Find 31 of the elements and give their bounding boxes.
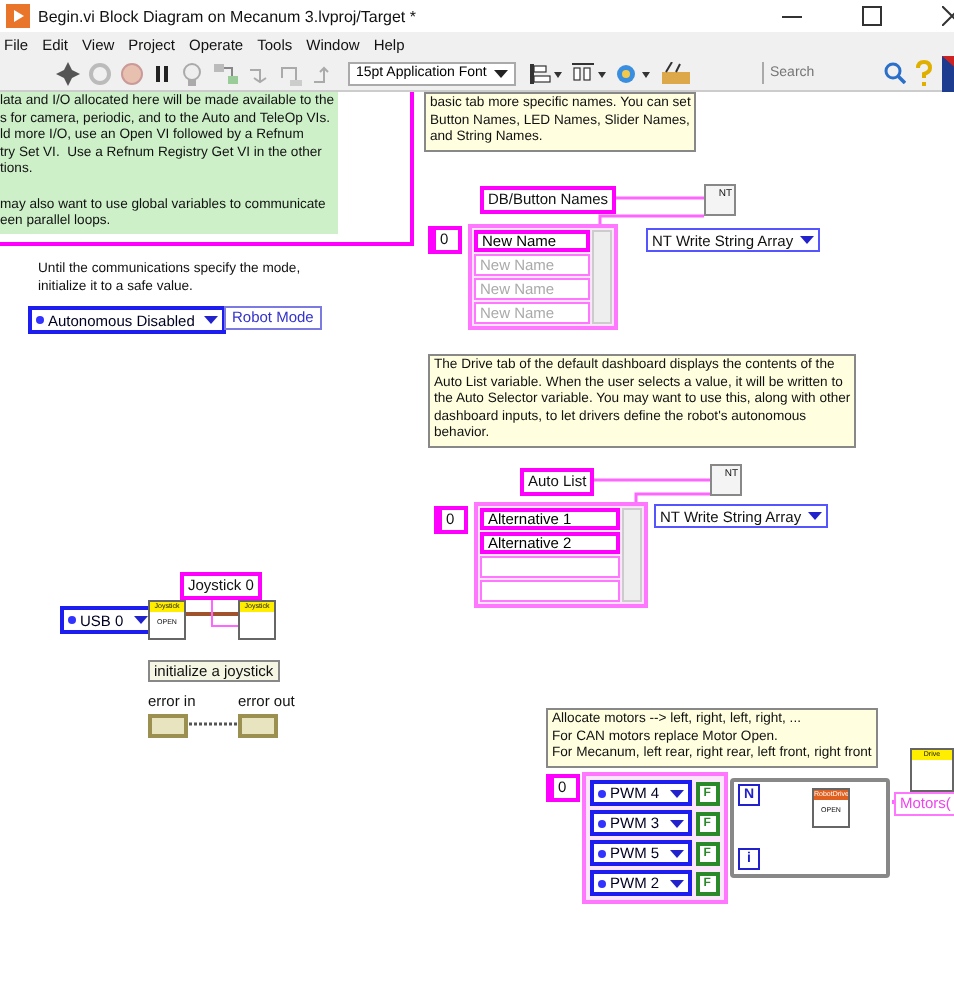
dot-icon	[598, 849, 606, 857]
array-element	[480, 556, 620, 578]
caret-icon	[669, 879, 684, 887]
align-icon[interactable]	[528, 61, 565, 85]
wire	[184, 722, 238, 726]
caret-icon	[204, 316, 219, 324]
maximize-icon[interactable]	[862, 6, 882, 26]
caret-icon	[669, 849, 684, 857]
caret-icon	[669, 819, 684, 827]
dot-icon	[68, 616, 76, 624]
scrollbar[interactable]	[592, 230, 612, 324]
dot-icon	[36, 316, 44, 324]
search-icon[interactable]	[884, 62, 906, 84]
retain-values-icon[interactable]	[212, 61, 240, 85]
run-arrow-icon[interactable]	[56, 61, 80, 85]
scrollbar[interactable]	[622, 508, 642, 602]
dot-icon	[598, 789, 606, 797]
distribute-icon[interactable]	[572, 61, 609, 85]
caret-icon	[133, 616, 148, 624]
error-in-terminal	[148, 714, 188, 738]
cleanup-icon[interactable]	[660, 61, 693, 85]
dot-icon	[598, 879, 606, 887]
caret-icon	[669, 789, 684, 797]
caret-icon	[494, 69, 509, 77]
pause-icon[interactable]	[152, 61, 172, 85]
caret-icon	[799, 236, 814, 244]
error-out-terminal	[238, 714, 278, 738]
window-title: Begin.vi Block Diagram on Mecanum 3.lvproj/Target *	[38, 7, 416, 25]
caret-icon	[807, 512, 822, 520]
dot-icon	[598, 819, 606, 827]
array-element	[480, 580, 620, 602]
